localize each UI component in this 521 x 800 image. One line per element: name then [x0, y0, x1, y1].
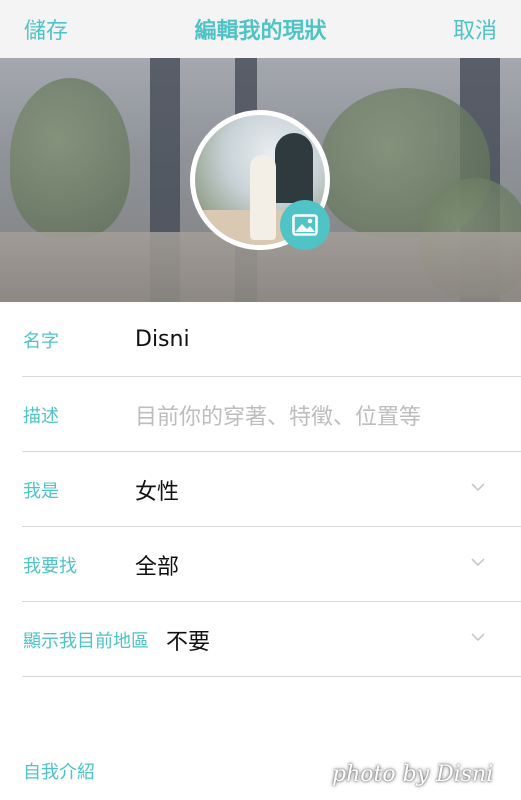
change-photo-button[interactable] — [280, 200, 330, 250]
avatar-figure — [250, 155, 276, 240]
avatar-arch — [275, 133, 313, 203]
image-icon — [292, 214, 318, 236]
looking-for-row[interactable]: 我要找 全部 — [0, 527, 521, 602]
save-button[interactable]: 儲存 — [24, 13, 68, 45]
gender-row[interactable]: 我是 女性 — [0, 452, 521, 527]
chevron-down-icon[interactable] — [471, 555, 485, 569]
page-title: 編輯我的現狀 — [194, 19, 327, 44]
self-intro-label: 自我介紹 — [23, 762, 95, 783]
name-field[interactable]: Disni — [135, 327, 190, 352]
cancel-button[interactable]: 取消 — [453, 13, 497, 45]
chevron-down-icon[interactable] — [471, 630, 485, 644]
show-region-label: 顯示我目前地區 — [23, 630, 149, 652]
watermark: photo by Disni — [332, 762, 494, 787]
profile-form: 名字 Disni 描述 目前你的穿著、特徵、位置等 我是 女性 我要找 全部 顯… — [0, 302, 521, 677]
gender-select[interactable]: 女性 — [135, 474, 179, 506]
name-row[interactable]: 名字 Disni — [0, 302, 521, 377]
name-label: 名字 — [23, 330, 59, 352]
gender-label: 我是 — [23, 480, 59, 502]
chevron-down-icon[interactable] — [471, 480, 485, 494]
description-row[interactable]: 描述 目前你的穿著、特徵、位置等 — [0, 377, 521, 452]
nav-bar: 儲存 編輯我的現狀 取消 — [0, 0, 521, 58]
description-field[interactable]: 目前你的穿著、特徵、位置等 — [135, 399, 421, 431]
looking-for-label: 我要找 — [23, 555, 77, 577]
show-region-row[interactable]: 顯示我目前地區 不要 — [0, 602, 521, 677]
show-region-select[interactable]: 不要 — [166, 624, 210, 656]
description-label: 描述 — [23, 405, 59, 427]
looking-for-select[interactable]: 全部 — [135, 549, 179, 581]
